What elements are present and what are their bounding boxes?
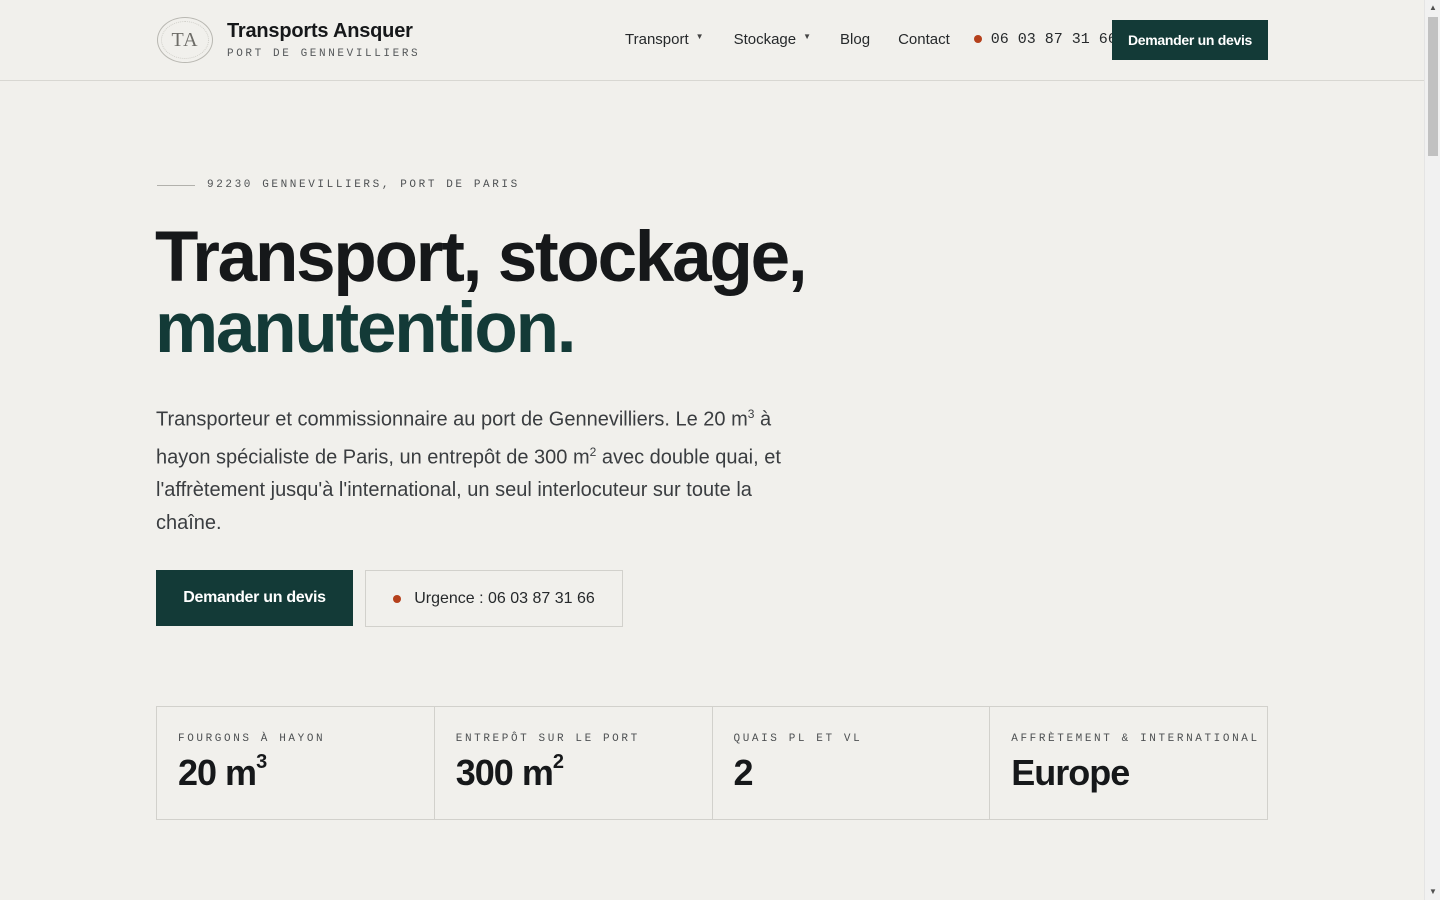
header-quote-button[interactable]: Demander un devis: [1112, 20, 1268, 60]
scroll-down-arrow-icon[interactable]: ▼: [1425, 884, 1440, 900]
stat-label: QUAIS PL ET VL: [733, 733, 863, 745]
emergency-call-button[interactable]: Urgence : 06 03 87 31 66: [365, 570, 623, 627]
logo-icon: TA: [157, 17, 213, 63]
header-phone-number: 06 03 87 31 66: [990, 31, 1117, 48]
nav-item-label: Blog: [840, 31, 871, 48]
hero-headline: Transport, stockage, manutention.: [155, 222, 808, 368]
header-phone-link[interactable]: 06 03 87 31 66: [973, 31, 1117, 48]
main-nav: Transport ▼ Stockage ▼ Blog Contact 06 0…: [625, 31, 1117, 48]
stat-value-sup: 3: [256, 751, 267, 773]
brand-tagline: PORT DE GENNEVILLIERS: [227, 48, 421, 60]
nav-item-blog[interactable]: Blog: [840, 31, 870, 48]
nav-item-label: Contact: [898, 31, 950, 48]
stat-value-number: 2: [733, 752, 754, 793]
stat-label: FOURGONS À HAYON: [178, 733, 326, 745]
stat-warehouse: ENTREPÔT SUR LE PORT 300 m2: [435, 707, 713, 819]
red-dot-icon: [973, 34, 982, 43]
stat-value: 300 m2: [455, 751, 712, 794]
caret-down-icon: ▼: [695, 32, 704, 41]
nav-item-label: Stockage: [733, 31, 797, 48]
nav-item-label: Transport: [625, 31, 689, 48]
stat-value: 2: [734, 752, 990, 794]
stat-vans: FOURGONS À HAYON 20 m3: [157, 707, 435, 819]
stat-value: Europe: [1011, 752, 1267, 794]
stat-value-sup: 2: [552, 751, 564, 773]
hero-eyebrow: 92230 GENNEVILLIERS, PORT DE PARIS: [157, 179, 520, 191]
brand-text: Transports Ansquer PORT DE GENNEVILLIERS: [227, 20, 420, 60]
red-dot-icon: [393, 594, 402, 603]
stat-international: AFFRÈTEMENT & INTERNATIONAL Europe: [990, 707, 1267, 819]
caret-down-icon: ▼: [803, 32, 812, 41]
nav-item-stockage[interactable]: Stockage ▼: [734, 31, 811, 48]
eyebrow-divider: [157, 184, 195, 186]
stat-value: 20 m3: [178, 751, 434, 794]
hero-lead: Transporteur et commissionnaire au port …: [156, 398, 806, 539]
stat-value-number: Europe: [1011, 752, 1130, 793]
stat-value-number: 300 m: [455, 752, 554, 793]
scrollbar[interactable]: ▲ ▼: [1424, 0, 1440, 900]
brand-name: Transports Ansquer: [227, 20, 413, 42]
headline-line-1: Transport, stockage,: [155, 218, 808, 297]
stat-value-number: 20 m: [178, 752, 257, 793]
scroll-up-arrow-icon[interactable]: ▲: [1425, 0, 1440, 16]
stat-label: ENTREPÔT SUR LE PORT: [455, 733, 640, 745]
quote-button[interactable]: Demander un devis: [156, 570, 353, 626]
eyebrow-text: 92230 GENNEVILLIERS, PORT DE PARIS: [207, 179, 520, 191]
stat-label: AFFRÈTEMENT & INTERNATIONAL: [1011, 733, 1260, 745]
emergency-call-label: Urgence : 06 03 87 31 66: [414, 589, 595, 607]
stat-docks: QUAIS PL ET VL 2: [713, 707, 991, 819]
scrollbar-thumb[interactable]: [1428, 17, 1438, 156]
headline-line-2: manutention.: [155, 289, 576, 368]
nav-item-transport[interactable]: Transport ▼: [625, 31, 704, 48]
stats-bar: FOURGONS À HAYON 20 m3 ENTREPÔT SUR LE P…: [156, 706, 1268, 820]
site-header: TA Transports Ansquer PORT DE GENNEVILLI…: [0, 0, 1424, 81]
nav-item-contact[interactable]: Contact: [898, 31, 950, 48]
lead-text-1: Transporteur et commissionnaire au port …: [156, 408, 748, 431]
brand[interactable]: TA Transports Ansquer PORT DE GENNEVILLI…: [157, 17, 420, 63]
